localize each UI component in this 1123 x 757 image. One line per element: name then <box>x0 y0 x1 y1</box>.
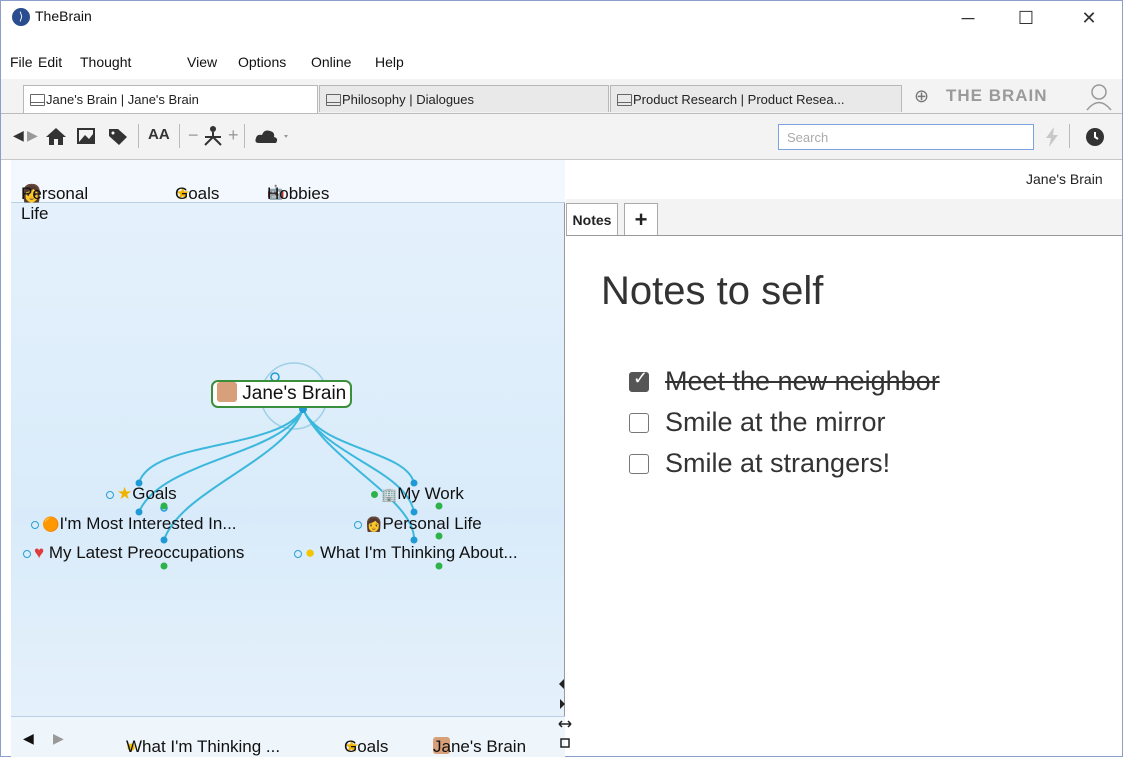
app-logo-icon: ⟩ <box>12 8 30 26</box>
checkbox[interactable] <box>629 454 649 474</box>
main-toolbar: ◀ ▶ AA − + Search <box>1 114 1122 160</box>
brain-tab-icon <box>326 94 341 106</box>
child-thought-my-work[interactable]: 🏢My Work <box>371 484 464 504</box>
tab-label: Jane's Brain | Jane's Brain <box>46 92 199 107</box>
star-icon: ★ <box>117 484 133 503</box>
user-avatar-icon[interactable] <box>1084 81 1114 111</box>
thought-label: What I'm Thinking About... <box>320 543 518 562</box>
search-input[interactable]: Search <box>778 124 1034 150</box>
cloud-sync-icon[interactable] <box>254 127 294 145</box>
avatar <box>217 382 237 402</box>
tab-product-research[interactable]: Product Research | Product Resea... <box>610 85 902 112</box>
add-notes-tab-button[interactable]: + <box>624 203 658 235</box>
toolbar-separator <box>1069 124 1070 148</box>
menu-edit[interactable]: Edit <box>38 54 62 70</box>
image-icon[interactable] <box>76 126 98 146</box>
jump-thought-thinking-about[interactable]: ● What I'm Thinking About... <box>294 543 518 563</box>
history-label: Jane's Brain <box>433 737 527 756</box>
person-icon: 👩 <box>365 516 383 532</box>
central-thought[interactable]: Jane's Brain <box>211 380 353 408</box>
history-back-button[interactable]: ◀ <box>23 730 34 747</box>
tab-label: Philosophy | Dialogues <box>342 92 475 107</box>
checklist-item[interactable]: Meet the new neighbor <box>629 366 940 397</box>
notes-tab-strip: Notes + <box>566 199 1122 236</box>
text-size-button[interactable]: AA <box>148 125 170 145</box>
zoom-in-button[interactable]: + <box>228 125 239 145</box>
tab-philosophy[interactable]: Philosophy | Dialogues <box>319 85 609 112</box>
maximize-button[interactable]: ☐ <box>1004 5 1048 31</box>
tab-janes-brain[interactable]: Jane's Brain | Jane's Brain <box>23 85 318 113</box>
jump-thought-interested[interactable]: 🟠I'm Most Interested In... <box>31 514 237 534</box>
history-label: Goals <box>344 737 389 756</box>
checkbox-checked[interactable] <box>629 368 649 392</box>
jump-thought-personal-life[interactable]: 👩Personal Life <box>354 514 482 534</box>
notes-title: Notes to self <box>601 269 824 313</box>
forward-button[interactable]: ▶ <box>27 125 38 145</box>
clock-icon[interactable] <box>1085 127 1105 147</box>
brand-logo: THE BRAIN <box>946 86 1048 105</box>
toolbar-separator <box>179 124 180 148</box>
layout-icon[interactable] <box>201 125 225 147</box>
lightbulb-icon: ● <box>305 543 316 562</box>
toolbar-separator <box>244 124 245 148</box>
child-thought-goals[interactable]: ★Goals <box>106 484 177 504</box>
menu-thought[interactable]: Thought <box>80 54 131 70</box>
thought-label: Personal Life <box>382 514 482 533</box>
building-icon: 🏢 <box>381 487 398 502</box>
title-bar: ⟩ TheBrain ─ ☐ ✕ <box>1 1 1122 33</box>
history-forward-button[interactable]: ▶ <box>53 730 64 747</box>
menu-options[interactable]: Options <box>238 54 286 70</box>
thought-label: I'm Most Interested In... <box>59 514 237 533</box>
tag-icon[interactable] <box>107 126 129 146</box>
thought-label: Goals <box>132 484 177 503</box>
link-gate <box>23 549 31 558</box>
zoom-out-button[interactable]: − <box>188 125 199 145</box>
menu-file[interactable]: File <box>10 54 33 70</box>
brain-tab-icon <box>617 94 632 106</box>
menu-view[interactable]: View <box>187 54 217 70</box>
minimize-button[interactable]: ─ <box>946 5 990 31</box>
checklist-item[interactable]: Smile at strangers! <box>629 448 890 479</box>
thought-label: My Work <box>397 484 464 503</box>
jump-thought-preoccupations[interactable]: ♥ My Latest Preoccupations <box>23 543 244 563</box>
menu-online[interactable]: Online <box>311 54 351 70</box>
menu-bar: File Edit Thought View Options Online He… <box>1 51 1122 75</box>
link-gate <box>354 520 362 529</box>
add-tab-button[interactable]: ⊕ <box>914 86 929 106</box>
splitter-handle[interactable] <box>558 677 574 753</box>
heart-icon: ♥ <box>34 543 45 562</box>
back-button[interactable]: ◀ <box>13 125 24 145</box>
menu-help[interactable]: Help <box>375 54 404 70</box>
plex-links <box>135 362 443 570</box>
brain-tab-icon <box>30 94 45 106</box>
checklist-item[interactable]: Smile at the mirror <box>629 407 886 438</box>
link-gate <box>294 549 302 558</box>
brain-tab-strip: Jane's Brain | Jane's Brain Philosophy |… <box>1 79 1122 114</box>
history-bar: ◀ ▶ ● What I'm Thinking ... ★ Goals Jane… <box>11 716 565 757</box>
checkbox[interactable] <box>629 413 649 433</box>
history-label: What I'm Thinking ... <box>126 737 281 756</box>
lightning-icon[interactable] <box>1044 127 1060 147</box>
app-window: ⟩ TheBrain ─ ☐ ✕ File Edit Thought View … <box>0 0 1123 757</box>
checklist-text: Meet the new neighbor <box>665 366 940 396</box>
link-gate <box>371 491 378 499</box>
central-thought-label: Jane's Brain <box>242 383 347 404</box>
tab-notes[interactable]: Notes <box>566 203 618 235</box>
thought-label: My Latest Preoccupations <box>48 543 245 562</box>
tab-label: Product Research | Product Resea... <box>633 92 845 107</box>
toolbar-separator <box>138 124 139 148</box>
link-gate <box>106 490 114 499</box>
window-title: TheBrain <box>35 8 92 24</box>
close-button[interactable]: ✕ <box>1067 5 1111 31</box>
checklist-text: Smile at strangers! <box>665 448 891 478</box>
breadcrumb: Jane's Brain <box>1026 171 1103 187</box>
home-icon[interactable] <box>45 126 67 146</box>
plex-view[interactable]: 👩 Personal Life ★ Goals 🤖 Hobbies Jane's… <box>11 160 565 757</box>
checklist-text: Smile at the mirror <box>665 407 886 437</box>
link-gate <box>31 520 39 529</box>
circles-icon: 🟠 <box>42 516 60 532</box>
